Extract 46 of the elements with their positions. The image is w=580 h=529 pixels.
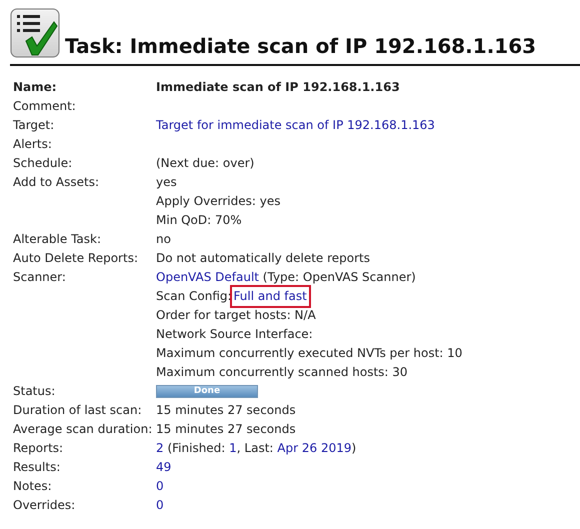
- field-label: Overrides:: [13, 498, 76, 512]
- status-text: Done: [192, 386, 222, 397]
- link[interactable]: OpenVAS Default: [156, 268, 259, 287]
- field-label: Notes:: [13, 479, 52, 493]
- field-label: Alterable Task:: [13, 232, 102, 246]
- value-text: no: [156, 231, 171, 248]
- field-label: Comment:: [13, 99, 76, 113]
- value-text: Scan Config:: [156, 288, 232, 305]
- link[interactable]: Apr 26 2019: [277, 439, 352, 458]
- value-text: (Type: OpenVAS Scanner): [262, 269, 416, 286]
- link[interactable]: Target for immediate scan of IP 192.168.1.163: [156, 116, 435, 135]
- value-text: Maximum concurrently scanned hosts: 30: [156, 364, 408, 381]
- value-text: Min QoD: 70%: [156, 212, 242, 229]
- field-label: Add to Assets:: [13, 175, 100, 189]
- field-label: Alerts:: [13, 137, 52, 151]
- task-list-icon: [10, 8, 60, 58]
- value-text: Do not automatically delete reports: [156, 250, 370, 267]
- value-text: 15 minutes 27 seconds: [156, 402, 296, 419]
- field-label: Name:: [13, 80, 57, 94]
- value-text: (Next due: over): [156, 155, 254, 172]
- value-text: yes: [156, 174, 177, 191]
- field-label: Average scan duration:: [13, 422, 152, 436]
- value-text: (Finished:: [166, 440, 226, 457]
- value-text: 15 minutes 27 seconds: [156, 421, 296, 438]
- field-label: Auto Delete Reports:: [13, 251, 138, 265]
- field-label: Duration of last scan:: [13, 403, 142, 417]
- link[interactable]: Full and fast: [232, 287, 309, 306]
- field-label: Reports:: [13, 441, 64, 455]
- value-text: Network Source Interface:: [156, 326, 313, 343]
- value-text: Immediate scan of IP 192.168.1.163: [156, 79, 400, 96]
- field-label: Target:: [13, 118, 54, 132]
- link[interactable]: 0: [156, 496, 164, 515]
- value-text: Apply Overrides: yes: [156, 193, 280, 210]
- link[interactable]: 49: [156, 458, 172, 477]
- field-label: Scanner:: [13, 270, 66, 284]
- link[interactable]: 2: [156, 439, 164, 458]
- value-text: , Last:: [236, 440, 274, 457]
- link[interactable]: 1: [229, 439, 237, 458]
- value-text: Order for target hosts: N/A: [156, 307, 316, 324]
- field-label: Results:: [13, 460, 60, 474]
- link[interactable]: 0: [156, 477, 164, 496]
- value-text: Maximum concurrently executed NVTs per host: 10: [156, 345, 462, 362]
- field-label: Schedule:: [13, 156, 72, 170]
- page-title: Task: Immediate scan of IP 192.168.1.163: [65, 34, 536, 58]
- value-text: ): [351, 440, 356, 457]
- field-label: Status:: [13, 384, 56, 398]
